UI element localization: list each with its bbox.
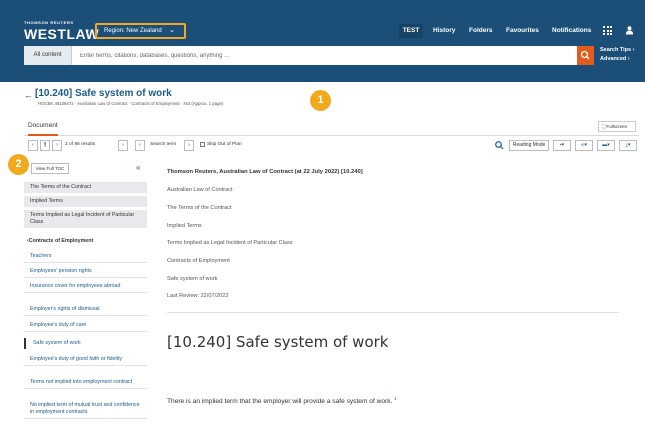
region-separator: ▪: [86, 26, 89, 35]
tab-document[interactable]: Document: [28, 122, 58, 129]
toc-item[interactable]: The Terms of the Contract: [24, 182, 147, 194]
path-item: Implied Terms: [167, 223, 202, 229]
search-icon: [580, 50, 590, 60]
toc-sidebar: View Full TOC « The Terms of the Contrac…: [24, 158, 148, 432]
chevron-down-icon: ⌄: [169, 27, 175, 34]
toc-item[interactable]: Employee's duty of good faith or fidelit…: [24, 354, 147, 366]
link-icon[interactable]: ∞▾: [575, 140, 593, 151]
path-item: Australian Law of Contract: [167, 187, 233, 193]
nav-notifications[interactable]: Notifications: [552, 27, 591, 34]
document-toolbar: ‹ § › 2 of 88 results › ‹ Search term › …: [24, 140, 639, 152]
toc-item[interactable]: Terms not implied into employment contra…: [24, 377, 147, 389]
next-page-button[interactable]: ›: [118, 140, 128, 151]
reading-mode-button[interactable]: Reading Mode: [509, 140, 549, 151]
apps-grid-icon[interactable]: [603, 26, 612, 35]
back-arrow-icon[interactable]: ←: [24, 90, 33, 100]
callout-badge-1: 1: [310, 90, 331, 111]
path-item: Terms Implied as Legal Incident of Parti…: [167, 240, 293, 246]
collapse-sidebar-icon[interactable]: «: [136, 163, 140, 172]
section-button[interactable]: §: [40, 140, 50, 151]
path-item: Contracts of Employment: [167, 258, 230, 264]
top-header: THOMSON REUTERS WESTLAW ▪ Region: New Ze…: [0, 0, 645, 82]
search-tips-label: Search Tips: [600, 47, 632, 53]
search-input[interactable]: [80, 46, 550, 65]
user-icon[interactable]: [625, 25, 634, 35]
path-item: The Terms of the Contract: [167, 205, 232, 211]
toc-item[interactable]: Terms Implied as Legal Incident of Parti…: [24, 210, 147, 229]
toc-item[interactable]: Teachers: [24, 251, 147, 263]
prev-term-button[interactable]: ‹: [135, 140, 145, 151]
body-text: There is an implied term that the employ…: [167, 398, 393, 406]
toc-item[interactable]: Implied Terms: [24, 196, 147, 208]
view-full-toc-button[interactable]: View Full TOC: [31, 163, 69, 174]
toc-item-current-parent[interactable]: ‹Contracts of Employment: [24, 236, 147, 247]
footnote-link[interactable]: 1: [394, 396, 397, 401]
folder-icon[interactable]: ▬▾: [597, 140, 615, 151]
nav-test[interactable]: TEST: [399, 24, 423, 38]
toc-item[interactable]: No implied term of mutual trust and conf…: [24, 400, 147, 419]
advanced-label: Advanced: [600, 56, 627, 62]
content-divider: [167, 312, 619, 313]
search-tips-link[interactable]: Search Tips ›: [600, 46, 634, 55]
search-term-label: Search term: [150, 142, 177, 147]
highlight-tool-icon[interactable]: ▪▾: [553, 140, 571, 151]
body-paragraph: There is an implied term that the employ…: [167, 396, 397, 405]
skip-out-checkbox[interactable]: [200, 142, 205, 147]
toc-item[interactable]: Insurance cover for employees abroad: [24, 281, 147, 293]
search-icon[interactable]: [494, 140, 505, 151]
document-tabs: Document: [24, 118, 639, 136]
toc-item-active[interactable]: Safe system of work: [24, 338, 147, 349]
section-heading: [10.240] Safe system of work: [167, 333, 389, 351]
document-title: [10.240] Safe system of work: [35, 88, 172, 99]
nav-favourites[interactable]: Favourites: [506, 27, 539, 34]
nav-folders[interactable]: Folders: [469, 27, 492, 34]
fullscreen-button[interactable]: ⛶ Fullscreen: [598, 121, 636, 132]
toc-parent-label: Contracts of Employment: [28, 238, 94, 244]
search-button[interactable]: [577, 46, 594, 65]
search-tips-links: Search Tips › Advanced ›: [600, 46, 634, 64]
fullscreen-label: Fullscreen: [606, 124, 628, 129]
download-icon[interactable]: ⤓▾: [619, 140, 637, 151]
source-citation: Thomson Reuters, Australian Law of Contr…: [167, 169, 363, 175]
last-review: Last Review: 22/07/2022: [167, 293, 229, 299]
next-term-button[interactable]: ›: [184, 140, 194, 151]
toc-item[interactable]: Employee's duty of care: [24, 320, 147, 332]
region-label: Region: New Zealand: [104, 28, 162, 34]
nav-history[interactable]: History: [433, 27, 455, 34]
toc-item[interactable]: Employees' pension rights: [24, 266, 147, 278]
document-breadcrumb: HOCBK.49106472 · Australian Law of Contr…: [38, 101, 224, 106]
skip-out-label: Skip Out of Plan: [207, 142, 242, 147]
search-scope-dropdown[interactable]: All content: [24, 46, 72, 65]
active-tab-indicator: [28, 134, 58, 136]
next-result-button[interactable]: ›: [52, 140, 62, 151]
region-selector[interactable]: Region: New Zealand ⌄: [95, 23, 186, 39]
first-result-button[interactable]: ‹: [28, 140, 38, 151]
result-count: 2 of 88 results: [65, 142, 96, 147]
search-bar: All content ⌄: [24, 46, 589, 65]
advanced-search-link[interactable]: Advanced ›: [600, 55, 634, 64]
path-item: Safe system of work: [167, 276, 218, 282]
toc-item[interactable]: Employer's rights of dismissal: [24, 304, 147, 316]
